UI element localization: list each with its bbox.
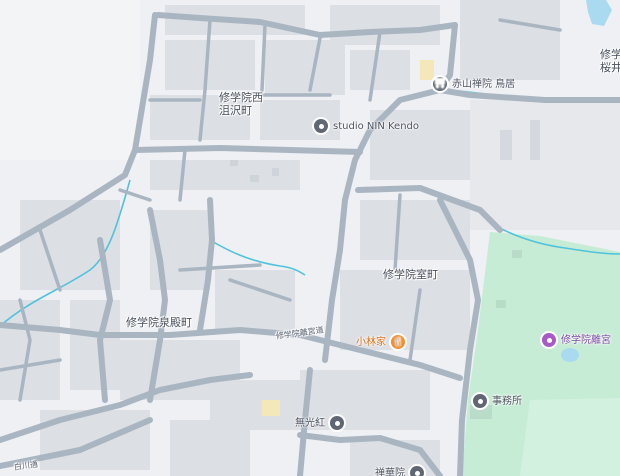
poi-muko[interactable]: 無光紅 xyxy=(295,416,344,430)
poi-akayama-torii[interactable]: ⛩ 赤山禅院 鳥居 xyxy=(433,77,515,91)
district-label-nishi-sawa: 修学院西 沮沢町 xyxy=(219,91,263,117)
poi-shugakuin-rikyu[interactable]: 修学院離宮 xyxy=(542,333,611,347)
poi-studio-nin-kendo[interactable]: studio NIN Kendo xyxy=(314,119,419,133)
restaurant-icon: 🍴 xyxy=(391,335,405,349)
location-pin-icon xyxy=(330,416,344,430)
pond xyxy=(561,348,579,362)
district-label-edge: 修学 桜井 xyxy=(600,48,620,74)
district-label-muro: 修学院室町 xyxy=(383,268,438,281)
location-pin-icon xyxy=(314,119,328,133)
location-pin-icon xyxy=(473,394,487,408)
landmark-icon xyxy=(542,333,556,347)
map-canvas[interactable]: 修学院西 沮沢町 修学院室町 修学院泉殿町 修学 桜井 修学院離宮道 白川通 ⛩… xyxy=(0,0,620,476)
poi-temple[interactable]: 禅華院 xyxy=(375,466,424,476)
map-base-layer xyxy=(0,0,620,476)
torii-icon: ⛩ xyxy=(433,77,447,91)
park-area-lower xyxy=(520,398,620,476)
poi-kobayashi[interactable]: 🍴 小林家 xyxy=(356,335,405,349)
pond xyxy=(586,0,612,26)
district-label-izumi: 修学院泉殿町 xyxy=(126,316,192,329)
location-pin-icon xyxy=(410,466,424,476)
poi-office[interactable]: 事務所 xyxy=(473,394,522,408)
